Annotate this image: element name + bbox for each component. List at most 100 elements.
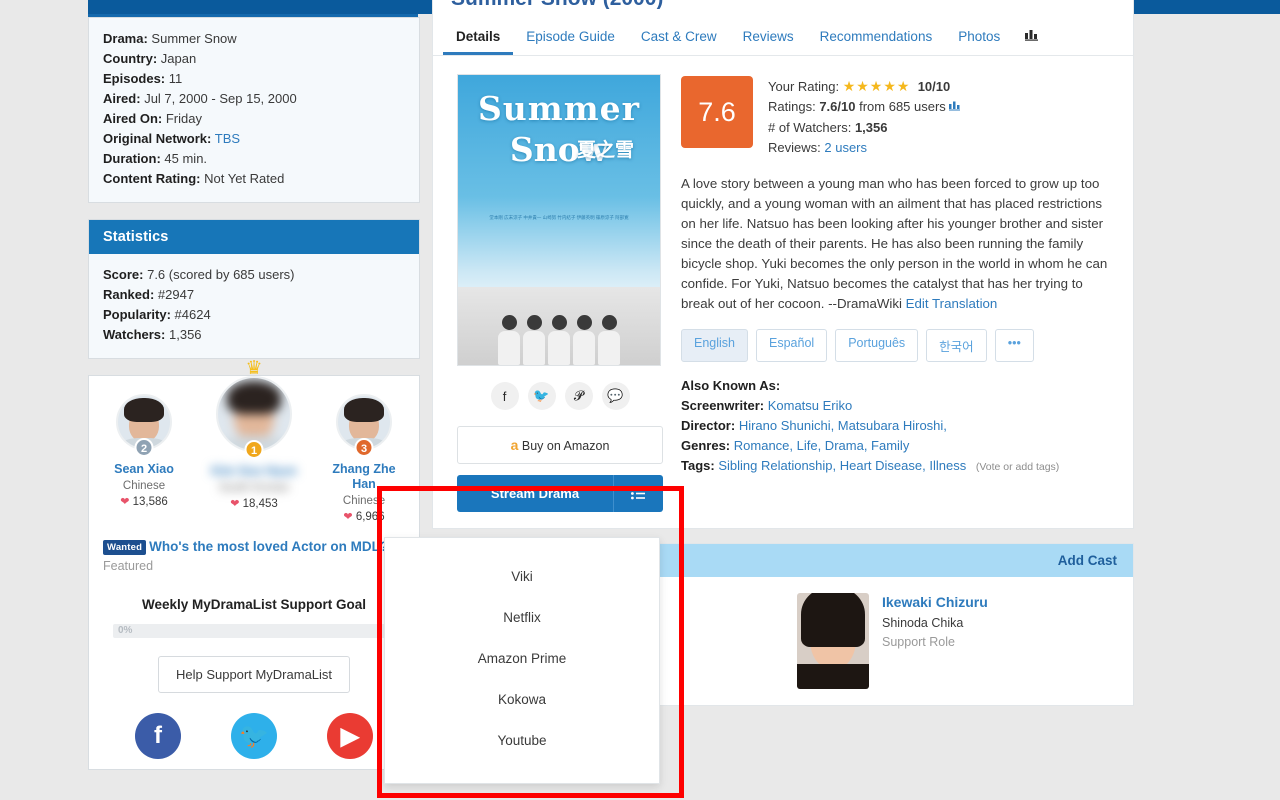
avatar-wrap: 1 — [216, 376, 292, 459]
heart-icon: ❤ — [120, 496, 130, 508]
tab-cast-crew[interactable]: Cast & Crew — [628, 17, 730, 55]
detail-row: Content Rating: Not Yet Rated — [103, 169, 405, 189]
screenwriter-link[interactable]: Komatsu Eriko — [768, 398, 853, 413]
stat-value: #4624 — [174, 307, 211, 322]
stream-drama-button[interactable]: Stream Drama — [457, 475, 613, 512]
detail-label: Original Network: — [103, 131, 212, 146]
actor-name: Kim Soo Hyun — [211, 464, 297, 478]
director-row: Director: Hirano Shunichi, Matsubara Hir… — [681, 416, 1117, 436]
detail-value: Jul 7, 2000 - Sep 15, 2000 — [144, 91, 297, 106]
drama-details-list: Drama: Summer Snow Country: Japan Episod… — [89, 18, 419, 202]
cast-member[interactable]: Ikewaki Chizuru Shinoda Chika Support Ro… — [797, 593, 1117, 689]
vote-or-add-tags-link[interactable]: (Vote or add tags) — [976, 461, 1059, 473]
tags-row: Tags: Sibling Relationship, Heart Diseas… — [681, 456, 1117, 477]
stream-option-viki[interactable]: Viki — [385, 556, 659, 597]
stream-list-toggle-icon[interactable] — [613, 475, 663, 512]
your-rating-row: Your Rating: ★★★★★ 10/10 — [768, 76, 962, 97]
facebook-icon[interactable]: f — [490, 382, 519, 410]
edit-translation-link[interactable]: Edit Translation — [906, 296, 998, 311]
ranked-actor-2[interactable]: 2 Sean Xiao Chinese ❤ 13,586 — [101, 394, 187, 508]
statistics-panel: Statistics Score: 7.6 (scored by 685 use… — [88, 219, 420, 359]
actor-votes: ❤ 18,453 — [211, 497, 297, 510]
synopsis-text: A love story between a young man who has… — [681, 176, 1108, 311]
buy-on-amazon-button[interactable]: a Buy on Amazon — [457, 426, 663, 464]
amazon-icon: a — [510, 437, 519, 453]
ranked-actor-3[interactable]: 3 Zhang Zhe Han Chinese ❤ 6,966 — [321, 394, 407, 523]
tab-photos[interactable]: Photos — [945, 17, 1013, 55]
network-link[interactable]: TBS — [215, 131, 240, 146]
your-rating-label: Your Rating: — [768, 79, 840, 94]
tags-label: Tags: — [681, 458, 715, 473]
ratings-value: 7.6/10 — [819, 99, 856, 114]
tab-details[interactable]: Details — [443, 17, 513, 55]
drama-poster[interactable]: Summer Snow 夏之雪 堂本剛 広末涼子 中井貴一 山崎努 竹内結子 伊… — [457, 74, 661, 366]
detail-label: Aired On: — [103, 111, 163, 126]
reviews-link[interactable]: 2 users — [824, 140, 867, 155]
poster-column: Summer Snow 夏之雪 堂本剛 広末涼子 中井貴一 山崎努 竹内結子 伊… — [457, 74, 663, 512]
statistics-heading: Statistics — [89, 220, 419, 254]
stat-label: Score: — [103, 267, 144, 282]
stream-option-netflix[interactable]: Netflix — [385, 597, 659, 638]
page-root: Drama: Summer Snow Country: Japan Episod… — [0, 0, 1280, 800]
cast-name[interactable]: Ikewaki Chizuru — [882, 593, 988, 611]
twitter-icon[interactable]: 🐦 — [231, 713, 277, 759]
tab-recommendations[interactable]: Recommendations — [807, 17, 946, 55]
watchers-row: # of Watchers: 1,356 — [768, 118, 962, 138]
facebook-icon[interactable]: f — [135, 713, 181, 759]
lang-portugues[interactable]: Português — [835, 329, 919, 362]
add-cast-link[interactable]: Add Cast — [1058, 553, 1117, 568]
tab-episode-guide[interactable]: Episode Guide — [513, 17, 628, 55]
watchers-label: # of Watchers: — [768, 120, 852, 135]
also-known-as-label: Also Known As: — [681, 378, 781, 393]
detail-row: Aired: Jul 7, 2000 - Sep 15, 2000 — [103, 89, 405, 109]
avatar-wrap: 2 — [116, 394, 172, 457]
info-column: 7.6 Your Rating: ★★★★★ 10/10 Ratings: 7.… — [681, 74, 1117, 512]
wanted-poll-link[interactable]: Wanted Who's the most loved Actor on MDL? — [99, 539, 409, 555]
tab-bar: Details Episode Guide Cast & Crew Review… — [433, 17, 1133, 56]
ranked-actor-1[interactable]: ♛ 1 Kim Soo Hyun South Korean ❤ 18,453 — [211, 359, 297, 510]
pinterest-icon[interactable]: 𝓟 — [564, 382, 593, 410]
ratings-row: Ratings: 7.6/10 from 685 users — [768, 97, 962, 118]
detail-row: Aired On: Friday — [103, 109, 405, 129]
comment-icon[interactable]: 💬 — [601, 382, 630, 410]
tab-reviews[interactable]: Reviews — [730, 17, 807, 55]
actor-votes-value: 13,586 — [132, 496, 168, 508]
buy-on-amazon-label: Buy on Amazon — [521, 439, 610, 453]
bar-chart-icon[interactable] — [1013, 18, 1052, 54]
stat-value: #2947 — [157, 287, 195, 302]
star-rating-icon[interactable]: ★★★★★ — [843, 78, 911, 94]
ratings-chart-icon[interactable] — [949, 101, 962, 114]
detail-value: Not Yet Rated — [204, 171, 285, 186]
lang-korean[interactable]: 한국어 — [926, 329, 987, 362]
lang-more-icon[interactable]: ••• — [994, 329, 1034, 362]
stat-row: Ranked: #2947 — [103, 285, 405, 305]
twitter-icon[interactable]: 🐦 — [527, 382, 556, 410]
director-links[interactable]: Hirano Shunichi, Matsubara Hiroshi, — [739, 418, 947, 433]
reviews-row: Reviews: 2 users — [768, 138, 962, 158]
heart-icon: ❤ — [230, 498, 240, 510]
genre-links[interactable]: Romance, Life, Drama, Family — [734, 438, 910, 453]
sidebar: Drama: Summer Snow Country: Japan Episod… — [88, 17, 420, 786]
poster-photo-strip — [458, 287, 660, 365]
synopsis: A love story between a young man who has… — [681, 174, 1117, 314]
stream-option-amazon-prime[interactable]: Amazon Prime — [385, 638, 659, 679]
detail-value: Friday — [165, 111, 202, 126]
support-progress-bar: 0% — [113, 624, 395, 638]
stream-provider-dropdown[interactable]: Viki Netflix Amazon Prime Kokowa Youtube — [384, 537, 660, 784]
cast-character: Shinoda Chika — [882, 616, 964, 630]
poster-title-cjk: 夏之雪 — [576, 140, 634, 161]
stream-option-kokowa[interactable]: Kokowa — [385, 679, 659, 720]
stat-row: Score: 7.6 (scored by 685 users) — [103, 265, 405, 285]
stat-label: Popularity: — [103, 307, 171, 322]
language-selector: English Español Português 한국어 ••• — [681, 329, 1117, 362]
actor-votes-value: 18,453 — [242, 498, 278, 510]
tag-links[interactable]: Sibling Relationship, Heart Disease, Ill… — [718, 458, 966, 473]
help-support-button[interactable]: Help Support MyDramaList — [158, 656, 350, 693]
stream-option-youtube[interactable]: Youtube — [385, 720, 659, 761]
actor-name: Sean Xiao — [114, 462, 174, 476]
director-label: Director: — [681, 418, 736, 433]
rating-lines: Your Rating: ★★★★★ 10/10 Ratings: 7.6/10… — [768, 76, 962, 158]
lang-espanol[interactable]: Español — [756, 329, 828, 362]
youtube-icon[interactable]: ▶ — [327, 713, 373, 759]
lang-english[interactable]: English — [681, 329, 748, 362]
